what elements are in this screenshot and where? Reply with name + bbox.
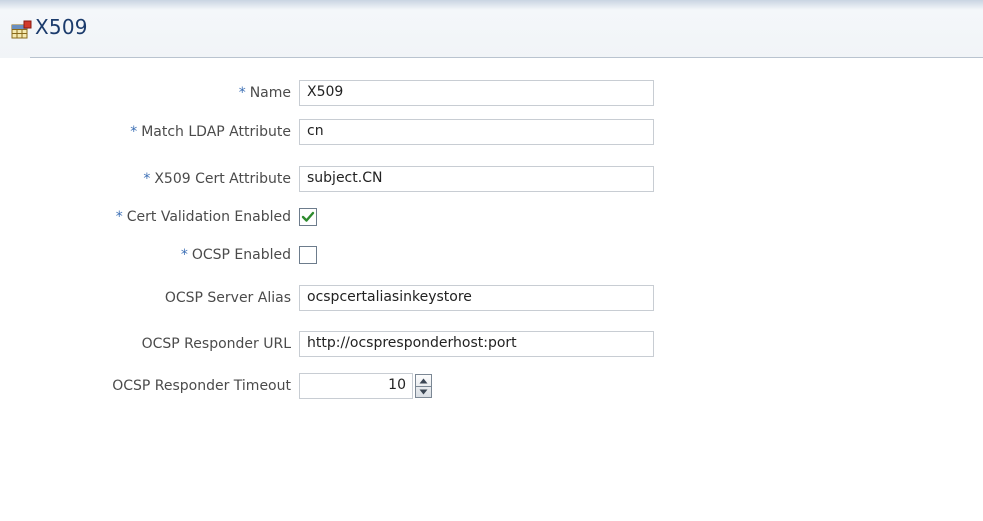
table-icon (11, 20, 32, 39)
ocsp-responder-timeout-label: OCSP Responder Timeout (112, 378, 291, 394)
row-ocsp-responder-url: OCSP Responder URL http://ocspresponderh… (0, 331, 983, 359)
match-ldap-attribute-label: * Match LDAP Attribute (130, 124, 291, 140)
x509-cert-attribute-label: * X509 Cert Attribute (143, 171, 291, 187)
required-marker: * (180, 247, 188, 263)
row-match-ldap-attribute: * Match LDAP Attribute cn (0, 119, 983, 147)
ocsp-enabled-checkbox[interactable] (299, 246, 317, 264)
row-ocsp-responder-timeout: OCSP Responder Timeout 10 (0, 373, 983, 401)
x509-cert-attribute-input[interactable]: subject.CN (299, 166, 654, 192)
page-header (0, 10, 983, 58)
arrow-up-icon[interactable] (419, 378, 428, 384)
name-input[interactable]: X509 (299, 80, 654, 106)
top-gradient-strip (0, 0, 983, 10)
row-x509-cert-attribute: * X509 Cert Attribute subject.CN (0, 166, 983, 194)
spinner-divider (416, 386, 431, 387)
row-name: * Name X509 (0, 80, 983, 108)
ocsp-responder-timeout-spinner (415, 374, 432, 398)
ocsp-responder-url-input[interactable]: http://ocspresponderhost:port (299, 331, 654, 357)
cert-validation-enabled-label: * Cert Validation Enabled (115, 209, 291, 225)
cert-validation-enabled-checkbox[interactable] (299, 208, 317, 226)
ocsp-enabled-label: * OCSP Enabled (180, 247, 291, 263)
required-marker: * (238, 85, 246, 101)
ocsp-server-alias-input[interactable]: ocspcertaliasinkeystore (299, 285, 654, 311)
name-label: * Name (238, 85, 291, 101)
required-marker: * (143, 171, 151, 187)
row-ocsp-enabled: * OCSP Enabled (0, 242, 983, 270)
ocsp-responder-timeout-input[interactable]: 10 (299, 373, 413, 399)
required-marker: * (130, 124, 138, 140)
row-ocsp-server-alias: OCSP Server Alias ocspcertaliasinkeystor… (0, 285, 983, 313)
required-marker: * (115, 209, 123, 225)
check-icon (301, 211, 315, 222)
header-divider (30, 57, 983, 58)
arrow-down-icon[interactable] (419, 389, 428, 395)
ocsp-server-alias-label: OCSP Server Alias (164, 290, 291, 306)
match-ldap-attribute-input[interactable]: cn (299, 119, 654, 145)
page-title: X509 (35, 15, 88, 39)
row-cert-validation-enabled: * Cert Validation Enabled (0, 204, 983, 232)
ocsp-responder-url-label: OCSP Responder URL (141, 336, 291, 352)
